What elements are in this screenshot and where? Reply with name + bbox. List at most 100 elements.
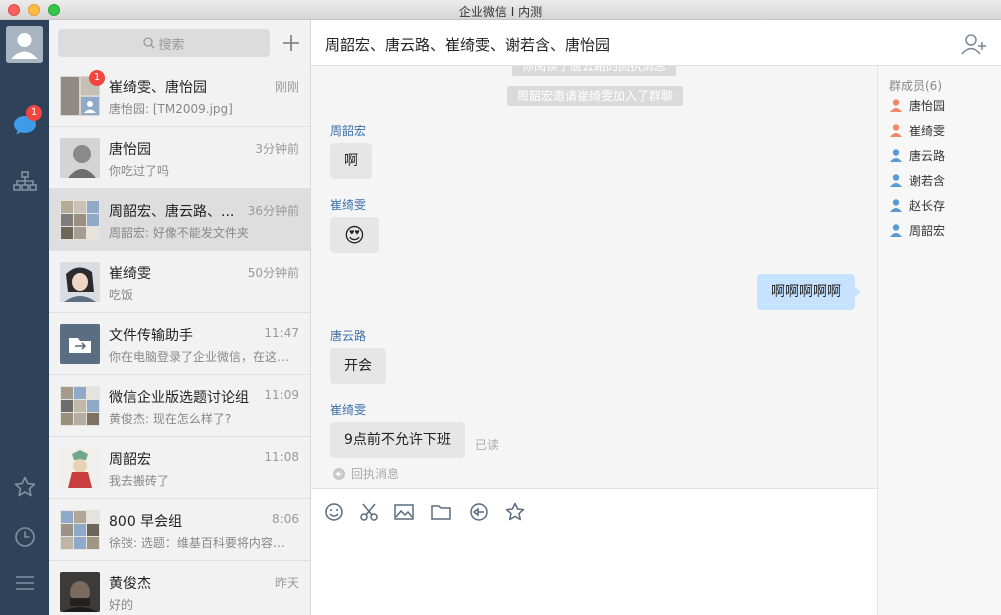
title-bar: 企业微信 I 内测: [0, 0, 1001, 20]
conversation-preview: 你吃过了吗: [109, 164, 170, 178]
member-item[interactable]: 谢若含: [889, 170, 945, 190]
conversation-list-pane: 搜索 1 崔绮雯、唐怡园 刚刚 唐怡园: [TM2009.jpg] 唐怡园 3分…: [49, 20, 311, 615]
member-name: 崔绮雯: [909, 123, 946, 138]
conversation-item[interactable]: 唐怡园 3分钟前 你吃过了吗: [49, 127, 310, 189]
conversation-name: 微信企业版选题讨论组: [109, 390, 249, 406]
default-avatar-icon: [6, 26, 43, 63]
conversation-time: 昨天: [274, 576, 299, 590]
member-item[interactable]: 唐怡园: [889, 95, 945, 115]
org-chart-icon: [13, 171, 37, 191]
menu-button[interactable]: [12, 570, 38, 596]
window-title: 企业微信 I 内测: [458, 5, 543, 19]
member-item[interactable]: 唐云路: [889, 145, 945, 165]
emoji-button[interactable]: [323, 501, 345, 523]
message-sender: 周韶宏: [330, 124, 367, 138]
conversation-name: 唐怡园: [109, 142, 151, 158]
conversation-item-selected[interactable]: 周韶宏、唐云路、... 36分钟前 周韶宏: 好像不能发文件夹: [49, 189, 310, 251]
conversation-time: 8:06: [272, 512, 299, 526]
conversation-preview: 周韶宏: 好像不能发文件夹: [109, 226, 249, 240]
plus-icon: [283, 35, 299, 51]
receipt-label: 回执消息: [351, 467, 400, 481]
screenshot-button[interactable]: [358, 501, 380, 523]
star-icon: [14, 476, 36, 497]
my-message-bubble[interactable]: 啊啊啊啊啊: [757, 274, 861, 310]
favorite-button[interactable]: [504, 501, 526, 523]
read-status: 已读: [475, 438, 500, 452]
unread-badge: 1: [89, 70, 105, 86]
conversation-preview: 好的: [109, 598, 134, 612]
conversation-name: 黄俊杰: [109, 576, 151, 592]
user-avatar: [60, 448, 100, 488]
person-icon: [890, 174, 902, 187]
contacts-tab[interactable]: [12, 168, 38, 194]
message-composer[interactable]: [311, 488, 877, 615]
member-item[interactable]: 崔绮雯: [889, 120, 945, 140]
conversation-time: 11:09: [264, 388, 299, 402]
conversation-preview: 徐弢: 选题：维基百科要将内容加密以防...: [109, 536, 294, 550]
clock-icon: [15, 527, 35, 547]
nav-rail: 1: [0, 20, 49, 615]
message-bubble[interactable]: 啊: [330, 143, 372, 179]
conversation-name: 崔绮雯、唐怡园: [109, 80, 207, 96]
search-placeholder: 搜索: [158, 37, 185, 53]
conversation-preview: 唐怡园: [TM2009.jpg]: [109, 102, 233, 116]
conversation-item[interactable]: 文件传输助手 11:47 你在电脑登录了企业微信，在这里可以...: [49, 313, 310, 375]
member-name: 谢若含: [909, 173, 946, 188]
conversation-time: 36分钟前: [247, 204, 299, 218]
receipt-link[interactable]: 回执消息: [332, 465, 399, 482]
chat-header: 周韶宏、唐云路、崔绮雯、谢若含、唐怡园: [311, 20, 1001, 66]
message-bubble[interactable]: 😍: [330, 217, 379, 253]
file-button[interactable]: [430, 501, 452, 523]
message-area[interactable]: 你阅读了唐云路的回执消息 周韶宏邀请崔绮雯加入了群聊 周韶宏 啊 崔绮雯 😍 啊…: [311, 66, 877, 488]
member-panel: 群成员(6) 唐怡园 崔绮雯 唐云路 谢若含 赵长存 周韶宏: [877, 66, 1001, 615]
conversation-name: 崔绮雯: [109, 266, 151, 282]
conversation-item[interactable]: 黄俊杰 昨天 好的: [49, 561, 310, 615]
person-icon: [890, 199, 902, 212]
system-notice: 你阅读了唐云路的回执消息: [512, 66, 677, 76]
favorites-tab[interactable]: [12, 474, 38, 500]
system-notice: 周韶宏邀请崔绮雯加入了群聊: [507, 86, 684, 106]
person-icon: [890, 224, 902, 237]
person-icon: [890, 99, 902, 112]
folder-icon: [431, 505, 451, 520]
add-member-button[interactable]: [961, 32, 987, 56]
group-avatar: [60, 510, 100, 550]
conversation-item[interactable]: 1 崔绮雯、唐怡园 刚刚 唐怡园: [TM2009.jpg]: [49, 65, 310, 127]
receipt-message-button[interactable]: [468, 501, 490, 523]
message-sender: 崔绮雯: [330, 403, 367, 417]
conversation-item[interactable]: 800 早会组 8:06 徐弢: 选题：维基百科要将内容加密以防...: [49, 499, 310, 561]
search-icon: [143, 37, 155, 49]
message-bubble[interactable]: 开会: [330, 348, 386, 384]
receipt-icon: [333, 467, 345, 480]
add-person-icon: [961, 34, 986, 55]
image-button[interactable]: [393, 501, 415, 523]
group-avatar: [60, 386, 100, 426]
conversation-item[interactable]: 崔绮雯 50分钟前 吃饭: [49, 251, 310, 313]
conversation-time: 11:08: [264, 450, 299, 464]
conversation-item[interactable]: 周韶宏 11:08 我去搬砖了: [49, 437, 310, 499]
new-chat-button[interactable]: [280, 32, 302, 54]
member-item[interactable]: 周韶宏: [889, 220, 945, 240]
member-count-title: 群成员(6): [889, 79, 942, 93]
member-name: 赵长存: [909, 198, 946, 213]
conversation-preview: 我去搬砖了: [109, 474, 170, 488]
smiley-icon: [325, 503, 343, 521]
conversation-name: 周韶宏: [109, 452, 151, 468]
member-name: 唐云路: [909, 148, 946, 163]
message-bubble[interactable]: 9点前不允许下班: [330, 422, 465, 458]
image-icon: [394, 504, 414, 520]
message-sender: 唐云路: [330, 329, 367, 343]
conversation-list: 1 崔绮雯、唐怡园 刚刚 唐怡园: [TM2009.jpg] 唐怡园 3分钟前 …: [49, 65, 310, 615]
app-window: 企业微信 I 内测 1 搜索 1 崔绮雯、唐怡园 刚刚 唐怡园: [TM2009…: [0, 0, 1001, 615]
member-name: 唐怡园: [909, 98, 946, 113]
recent-tab[interactable]: [12, 524, 38, 550]
conversation-time: 11:47: [264, 326, 299, 340]
member-item[interactable]: 赵长存: [889, 195, 945, 215]
conversation-name: 文件传输助手: [109, 328, 193, 344]
conversation-name: 周韶宏、唐云路、...: [109, 204, 235, 220]
conversation-preview: 你在电脑登录了企业微信，在这里可以...: [109, 350, 294, 364]
conversation-item[interactable]: 微信企业版选题讨论组 11:09 黄俊杰: 现在怎么样了?: [49, 375, 310, 437]
search-input[interactable]: 搜索: [58, 29, 270, 57]
receipt-icon: [470, 503, 488, 521]
my-avatar[interactable]: [6, 26, 43, 63]
